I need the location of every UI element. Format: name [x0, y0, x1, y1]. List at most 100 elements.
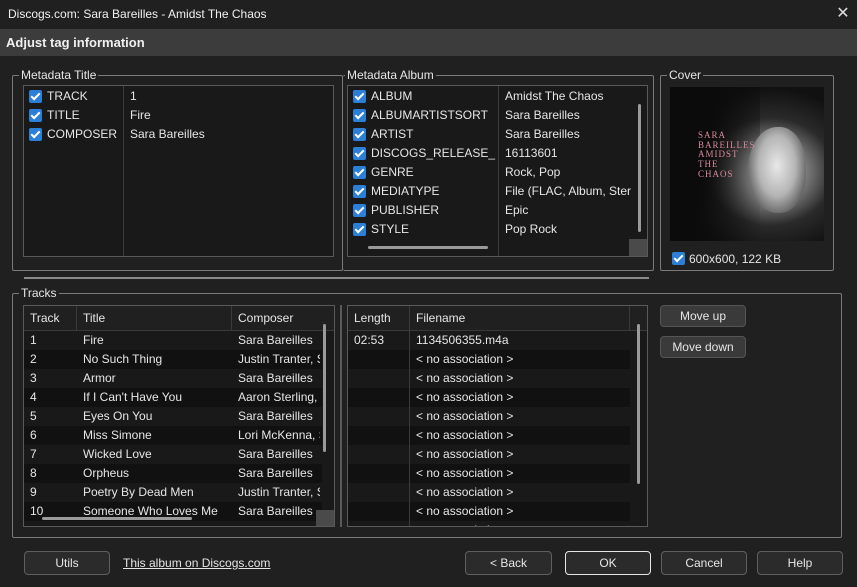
metadata-title-key: TRACK [47, 89, 88, 103]
track-title: Wicked Love [83, 447, 152, 461]
file-row[interactable]: < no association > [348, 350, 630, 369]
metadata-album-row[interactable]: PUBLISHER Epic [348, 201, 633, 220]
track-row[interactable]: 5 Eyes On You Sara Bareilles [24, 407, 322, 426]
metadata-album-row[interactable]: MEDIATYPE File (FLAC, Album, Stereo) [348, 182, 633, 201]
track-composer: Sara Bareilles [238, 504, 313, 518]
file-length [348, 426, 410, 445]
files-table[interactable]: Length Filename 02:53 1134506355.m4a < no … [347, 305, 648, 527]
col-header-composer[interactable]: Composer [232, 306, 334, 331]
cover-label: Cover [667, 68, 704, 82]
metadata-album-row[interactable]: DISCOGS_RELEASE_ID 16113601 [348, 144, 633, 163]
tracks-splitter[interactable] [340, 305, 342, 527]
metadata-album-row[interactable]: ARTIST Sara Bareilles [348, 125, 633, 144]
cover-checkbox[interactable] [672, 252, 685, 265]
file-row[interactable]: < no association > [348, 464, 630, 483]
track-composer: Sara Bareilles [238, 333, 313, 347]
back-button[interactable]: < Back [465, 551, 552, 575]
track-title: Armor [83, 371, 116, 385]
cover-art-album-text: AMIDST THE CHAOS [698, 149, 739, 179]
track-row[interactable]: 8 Orpheus Sara Bareilles [24, 464, 322, 483]
tracks-vscrollbar[interactable] [323, 324, 326, 452]
col-header-title[interactable]: Title [77, 306, 232, 331]
metadata-album-row[interactable]: ALBUMARTISTSORT Sara Bareilles [348, 106, 633, 125]
metadata-album-key: PUBLISHER [371, 203, 440, 217]
track-title: Miss Simone [83, 428, 152, 442]
tracks-hscrollbar[interactable] [42, 517, 192, 520]
metadata-album-vscrollbar[interactable] [638, 104, 641, 232]
track-row[interactable]: 6 Miss Simone Lori McKenna, Sara Bareilles [24, 426, 322, 445]
metadata-album-row[interactable]: STYLE Pop Rock [348, 220, 633, 239]
metadata-title-row[interactable]: TRACK 1 [24, 87, 324, 106]
file-name: < no association > [416, 390, 514, 404]
metadata-album-checkbox[interactable] [353, 185, 366, 198]
file-row[interactable]: < no association > [348, 407, 630, 426]
col-header-length[interactable]: Length [348, 306, 410, 331]
cover-image: SARA BAREILLES AMIDST THE CHAOS [670, 87, 824, 241]
col-header-track[interactable]: Track [24, 306, 77, 331]
metadata-title-label: Metadata Title [19, 68, 99, 82]
file-row[interactable]: < no association > [348, 369, 630, 388]
col-header-filename[interactable]: Filename [410, 306, 630, 331]
close-icon[interactable]: ✕ [829, 0, 857, 29]
metadata-album-key: MEDIATYPE [371, 184, 440, 198]
metadata-title-checkbox[interactable] [29, 128, 42, 141]
file-length [348, 388, 410, 407]
window-title: Discogs.com: Sara Bareilles - Amidst The… [8, 7, 267, 21]
ok-button[interactable]: OK [565, 551, 651, 575]
track-composer: Justin Tranter, Sara Bareilles [238, 352, 320, 366]
metadata-title-value: Sara Bareilles [130, 127, 205, 141]
track-composer: Sara Bareilles [238, 409, 313, 423]
metadata-album-hscrollbar[interactable] [368, 246, 488, 249]
move-up-button[interactable]: Move up [660, 305, 746, 327]
metadata-album-row[interactable]: GENRE Rock, Pop [348, 163, 633, 182]
metadata-title-row[interactable]: COMPOSER Sara Bareilles [24, 125, 324, 144]
track-title: Eyes On You [83, 409, 153, 423]
metadata-album-checkbox[interactable] [353, 147, 366, 160]
metadata-album-label: Metadata Album [345, 68, 436, 82]
track-number: 5 [30, 409, 37, 423]
track-row[interactable]: 4 If I Can't Have You Aaron Sterling, Sara… [24, 388, 322, 407]
tracks-table[interactable]: Track Title Composer 1 Fire Sara Bareilles… [23, 305, 335, 527]
file-row[interactable]: < no association > [348, 502, 630, 521]
files-vscrollbar[interactable] [637, 324, 640, 484]
file-row[interactable]: < no association > [348, 388, 630, 407]
metadata-album-checkbox[interactable] [353, 223, 366, 236]
metadata-album-key: ALBUM [371, 89, 413, 103]
metadata-album-list[interactable]: ALBUM Amidst The Chaos ALBUMARTISTSORT Sara… [347, 85, 648, 257]
track-number: 6 [30, 428, 37, 442]
help-button[interactable]: Help [757, 551, 843, 575]
track-row[interactable]: 7 Wicked Love Sara Bareilles [24, 445, 322, 464]
move-down-button[interactable]: Move down [660, 336, 746, 358]
metadata-album-checkbox[interactable] [353, 204, 366, 217]
file-row[interactable]: 02:53 1134506355.m4a [348, 331, 630, 350]
metadata-title-list[interactable]: TRACK 1 TITLE Fire COMPOSER Sara Bareilles [23, 85, 334, 257]
metadata-album-checkbox[interactable] [353, 109, 366, 122]
discogs-album-link[interactable]: This album on Discogs.com [123, 556, 270, 570]
track-number: 2 [30, 352, 37, 366]
track-row[interactable]: 9 Poetry By Dead Men Justin Tranter, Sara … [24, 483, 322, 502]
track-row[interactable]: 3 Armor Sara Bareilles [24, 369, 322, 388]
file-row[interactable]: < no association > [348, 426, 630, 445]
file-row[interactable]: < no association > [348, 445, 630, 464]
cancel-button[interactable]: Cancel [661, 551, 747, 575]
file-name: 1134506355.m4a [416, 333, 509, 347]
track-row[interactable]: 1 Fire Sara Bareilles [24, 331, 322, 350]
metadata-title-row[interactable]: TITLE Fire [24, 106, 324, 125]
utils-button[interactable]: Utils [24, 551, 110, 575]
metadata-album-checkbox[interactable] [353, 166, 366, 179]
file-row[interactable]: < no association > [348, 483, 630, 502]
metadata-album-row[interactable]: ALBUM Amidst The Chaos [348, 87, 633, 106]
file-row[interactable]: < no association > [348, 521, 630, 526]
metadata-title-checkbox[interactable] [29, 109, 42, 122]
metadata-album-checkbox[interactable] [353, 128, 366, 141]
file-name: < no association > [416, 485, 514, 499]
file-name: < no association > [410, 521, 628, 526]
dialog-header: Adjust tag information [0, 29, 857, 56]
file-length [348, 445, 410, 464]
file-length [348, 464, 410, 483]
metadata-album-checkbox[interactable] [353, 90, 366, 103]
metadata-title-checkbox[interactable] [29, 90, 42, 103]
section-divider [24, 277, 649, 279]
file-name: < no association > [416, 409, 514, 423]
track-row[interactable]: 2 No Such Thing Justin Tranter, Sara Barei… [24, 350, 322, 369]
